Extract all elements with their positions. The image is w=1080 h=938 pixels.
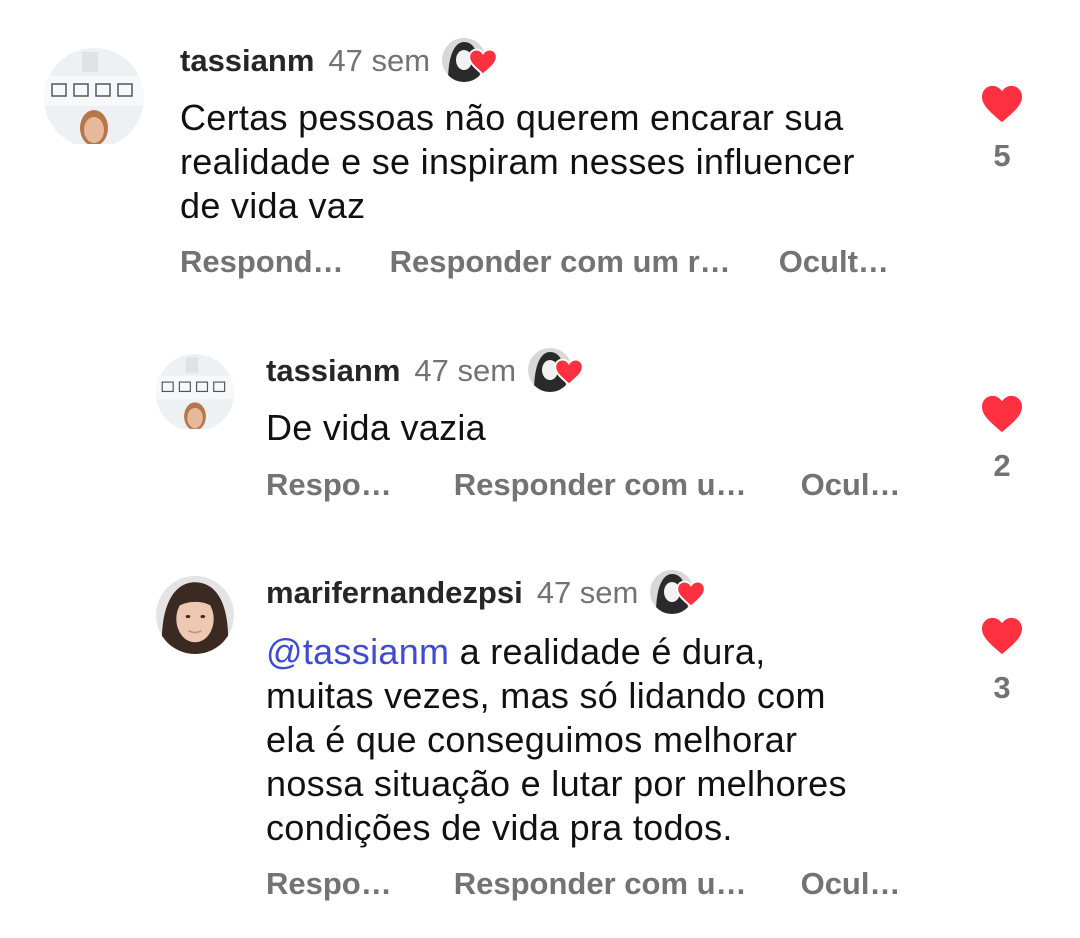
like-count: 3 bbox=[993, 670, 1011, 705]
username[interactable]: marifernandezpsi bbox=[266, 575, 523, 611]
reply-with-reel-button[interactable]: Responder com u… bbox=[454, 866, 747, 902]
timestamp: 47 sem bbox=[536, 575, 639, 610]
avatar[interactable] bbox=[44, 48, 144, 148]
like-count: 2 bbox=[993, 448, 1011, 483]
username[interactable]: tassianm bbox=[180, 43, 314, 79]
reply-with-reel-button[interactable]: Responder com um r… bbox=[390, 244, 731, 280]
timestamp: 47 sem bbox=[414, 353, 517, 388]
hide-button[interactable]: Ocul… bbox=[801, 866, 901, 902]
username[interactable]: tassianm bbox=[266, 353, 400, 389]
reply-button[interactable]: Respo… bbox=[266, 866, 392, 902]
like-control[interactable]: 5 bbox=[972, 84, 1032, 174]
reply-with-reel-button[interactable]: Responder com u… bbox=[454, 467, 747, 503]
heart-icon bbox=[468, 48, 498, 76]
mention-link[interactable]: @tassianm bbox=[266, 631, 449, 672]
creator-like-badge bbox=[650, 570, 707, 616]
comment-text: De vida vazia bbox=[266, 407, 487, 448]
creator-like-badge bbox=[442, 38, 498, 84]
comment-text: @tassianm a realidade é dura, muitas vez… bbox=[266, 631, 847, 848]
hide-button[interactable]: Ocult… bbox=[779, 244, 889, 280]
heart-icon[interactable] bbox=[979, 84, 1025, 124]
heart-icon bbox=[554, 358, 584, 386]
hide-button[interactable]: Ocul… bbox=[801, 467, 901, 503]
creator-like-badge bbox=[528, 348, 584, 394]
heart-icon[interactable] bbox=[979, 616, 1025, 656]
heart-icon[interactable] bbox=[979, 394, 1025, 434]
avatar[interactable] bbox=[156, 354, 234, 432]
like-count: 5 bbox=[993, 138, 1011, 173]
comment-text: Certas pessoas não querem encarar sua re… bbox=[180, 97, 855, 226]
reply-button[interactable]: Respo… bbox=[266, 467, 392, 503]
avatar[interactable] bbox=[156, 576, 234, 654]
reply-button[interactable]: Respond… bbox=[180, 244, 344, 280]
like-control[interactable]: 3 bbox=[972, 616, 1032, 706]
heart-icon bbox=[676, 580, 707, 608]
like-control[interactable]: 2 bbox=[972, 394, 1032, 484]
timestamp: 47 sem bbox=[328, 43, 431, 78]
